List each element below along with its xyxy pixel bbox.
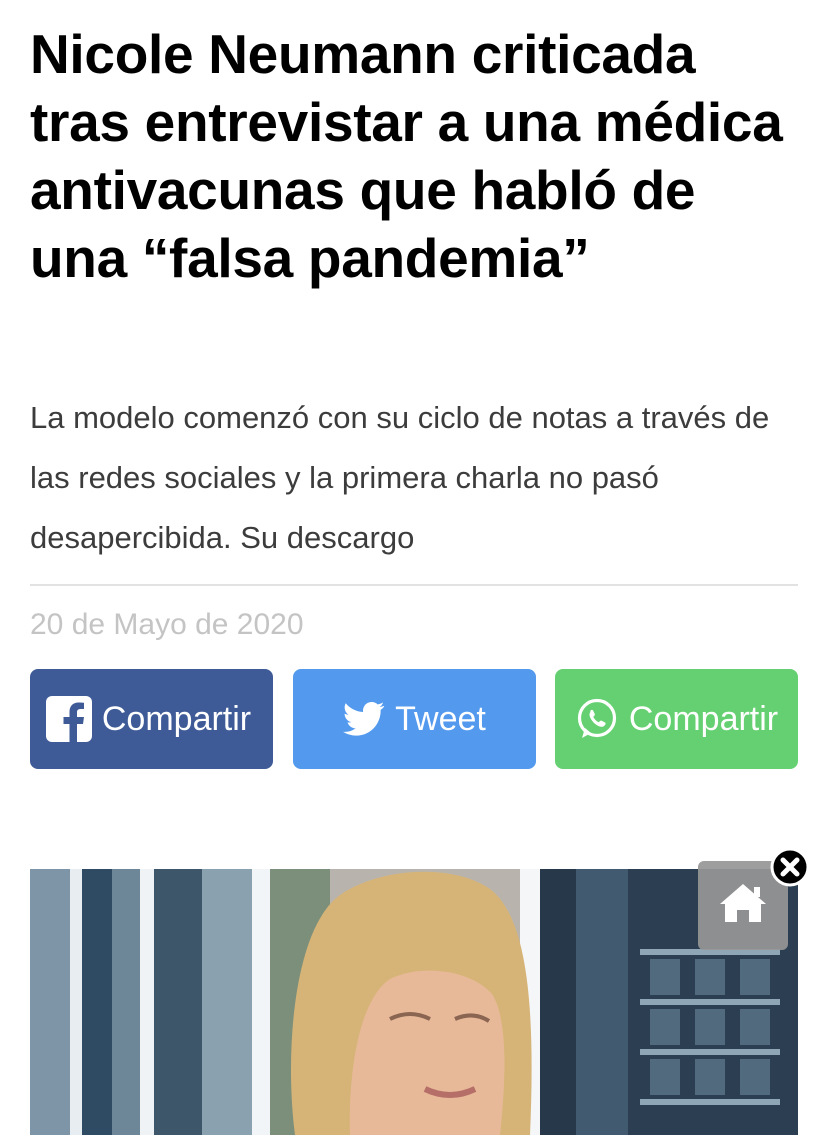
whatsapp-icon [575,697,619,741]
share-buttons: Compartir Tweet Compartir [30,669,798,769]
article-date: 20 de Mayo de 2020 [30,608,304,641]
divider [30,584,798,586]
facebook-share-button[interactable]: Compartir [30,669,273,769]
article-headline: Nicole Neumann criticada tras entrevista… [30,23,783,289]
article-photo [30,869,798,1135]
facebook-icon [45,696,92,742]
whatsapp-share-button[interactable]: Compartir [555,669,798,769]
twitter-bird-icon [343,701,385,737]
tweet-button[interactable]: Tweet [293,669,536,769]
home-icon [717,880,769,931]
facebook-share-label: Compartir [101,699,252,738]
close-overlay-button[interactable] [770,847,810,887]
close-icon [770,847,810,891]
article-subheadline: La modelo comenzó con su ciclo de notas … [30,400,770,555]
tweet-label: Tweet [395,699,486,738]
whatsapp-share-label: Compartir [628,699,779,738]
